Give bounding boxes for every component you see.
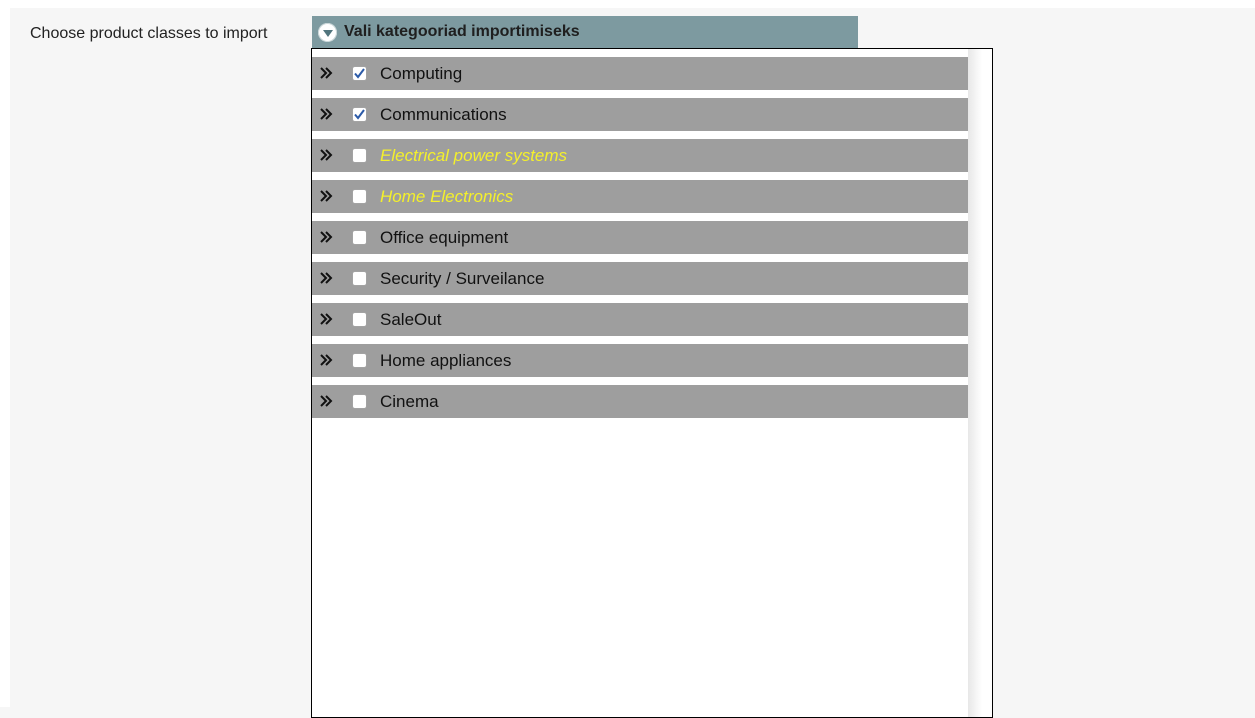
category-checkbox[interactable] bbox=[352, 394, 367, 409]
double-chevron-right-icon[interactable] bbox=[320, 312, 334, 326]
category-list: Computing Communications Electrical powe… bbox=[312, 57, 968, 426]
double-chevron-right-icon[interactable] bbox=[320, 353, 334, 367]
category-checkbox[interactable] bbox=[352, 353, 367, 368]
category-row[interactable]: Home appliances bbox=[312, 344, 968, 377]
category-list-box[interactable]: Computing Communications Electrical powe… bbox=[311, 48, 993, 718]
category-label: Security / Surveilance bbox=[380, 269, 545, 288]
category-row[interactable]: Communications bbox=[312, 98, 968, 131]
category-row[interactable]: SaleOut bbox=[312, 303, 968, 336]
double-chevron-right-icon[interactable] bbox=[320, 271, 334, 285]
category-checkbox[interactable] bbox=[352, 312, 367, 327]
category-row[interactable]: Security / Surveilance bbox=[312, 262, 968, 295]
field-label: Choose product classes to import bbox=[30, 25, 268, 42]
category-label: Cinema bbox=[380, 392, 439, 411]
category-checkbox[interactable] bbox=[352, 148, 367, 163]
double-chevron-right-icon[interactable] bbox=[320, 189, 334, 203]
category-checkbox[interactable] bbox=[352, 66, 367, 81]
double-chevron-right-icon[interactable] bbox=[320, 148, 334, 162]
panel-title: Vali kategooriad importimiseks bbox=[344, 23, 580, 40]
category-checkbox[interactable] bbox=[352, 107, 367, 122]
category-row[interactable]: Home Electronics bbox=[312, 180, 968, 213]
double-chevron-right-icon[interactable] bbox=[320, 230, 334, 244]
double-chevron-right-icon[interactable] bbox=[320, 107, 334, 121]
category-checkbox[interactable] bbox=[352, 189, 367, 204]
category-row[interactable]: Cinema bbox=[312, 385, 968, 418]
double-chevron-right-icon[interactable] bbox=[320, 394, 334, 408]
category-label: Electrical power systems bbox=[380, 146, 568, 165]
category-label: Home Electronics bbox=[380, 187, 514, 206]
category-label: Communications bbox=[380, 105, 507, 124]
category-row[interactable]: Office equipment bbox=[312, 221, 968, 254]
category-checkbox[interactable] bbox=[352, 230, 367, 245]
page-left-strip bbox=[0, 0, 10, 707]
page-top-strip bbox=[0, 0, 1255, 8]
double-chevron-right-icon[interactable] bbox=[320, 66, 334, 80]
category-label: Computing bbox=[380, 64, 463, 83]
category-row[interactable]: Electrical power systems bbox=[312, 139, 968, 172]
category-checkbox[interactable] bbox=[352, 271, 367, 286]
category-label: SaleOut bbox=[380, 310, 442, 329]
category-panel-header[interactable]: Vali kategooriad importimiseks bbox=[312, 16, 858, 48]
chevron-down-circle-icon[interactable] bbox=[318, 22, 337, 42]
category-label: Home appliances bbox=[380, 351, 512, 370]
category-row[interactable]: Computing bbox=[312, 57, 968, 90]
scrollbar-track[interactable] bbox=[968, 49, 982, 717]
category-label: Office equipment bbox=[380, 228, 509, 247]
